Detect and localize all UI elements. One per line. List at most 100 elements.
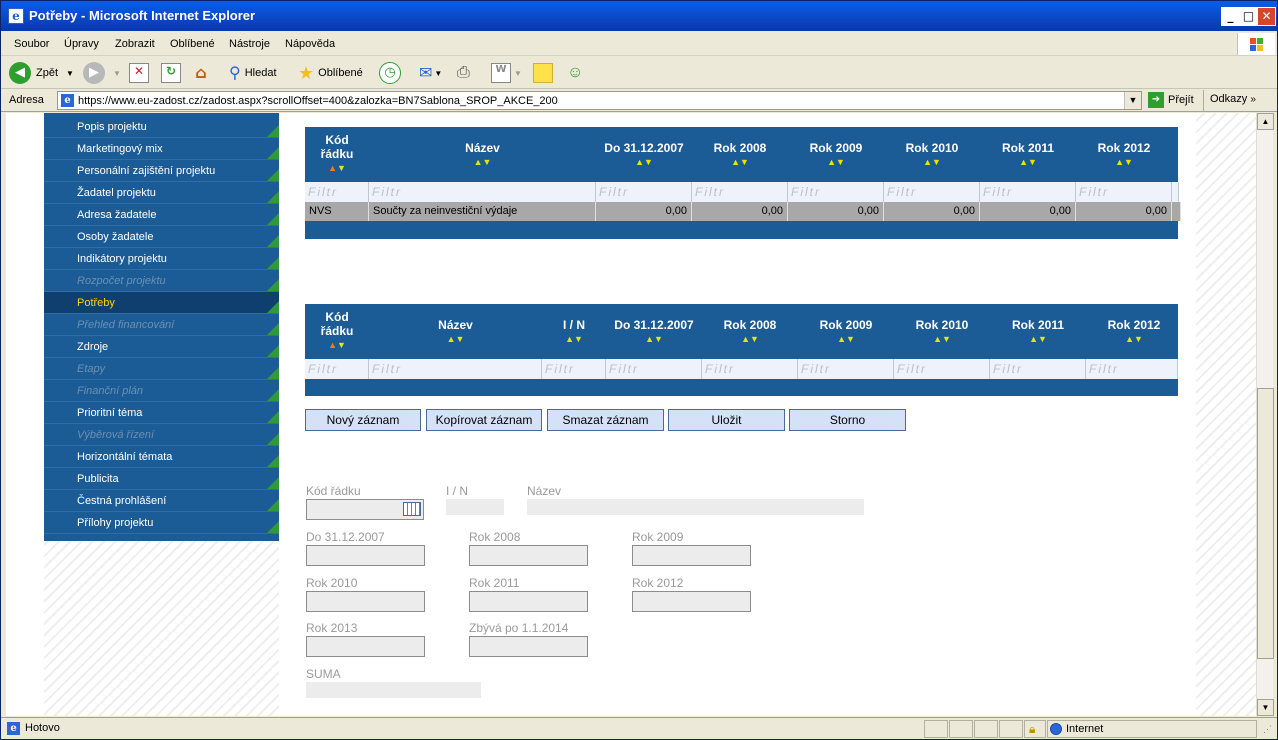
menu-zobrazit[interactable]: Zobrazit (115, 38, 155, 50)
in-field[interactable] (446, 499, 504, 515)
scroll-thumb[interactable] (1257, 388, 1274, 659)
close-button[interactable]: ✕ (1257, 7, 1276, 26)
menu-nastroje[interactable]: Nástroje (229, 38, 270, 50)
copy-record-button[interactable]: Kopírovat záznam (426, 409, 542, 431)
filter-rok2010[interactable]: Filtr (894, 359, 990, 379)
history-button[interactable]: ◷ (379, 61, 401, 85)
filter-kod[interactable]: Filtr (305, 182, 369, 202)
filter-in[interactable]: Filtr (542, 359, 606, 379)
minimize-button[interactable]: _ (1221, 7, 1240, 26)
col-header-rok2009[interactable]: Rok 2009 ▲▼ (788, 141, 884, 167)
address-dropdown-icon[interactable]: ▼ (1124, 92, 1141, 109)
resize-grip-icon[interactable]: ⋰ (1263, 724, 1272, 735)
filter-rok2010[interactable]: Filtr (884, 182, 980, 202)
rok2011-field[interactable] (469, 591, 588, 612)
filter-rok2009[interactable]: Filtr (788, 182, 884, 202)
delete-record-button[interactable]: Smazat záznam (547, 409, 664, 431)
filter-rok2012[interactable]: Filtr (1076, 182, 1172, 202)
menu-napoveda[interactable]: Nápověda (285, 38, 335, 50)
sidebar-item[interactable]: Osoby žadatele (44, 226, 279, 248)
stop-button[interactable]: ✕ (129, 61, 149, 85)
col-header-rok2009[interactable]: Rok 2009 ▲▼ (798, 318, 894, 344)
col-header-do2007[interactable]: Do 31.12.2007 ▲▼ (606, 318, 702, 344)
filter-nazev[interactable]: Filtr (369, 182, 596, 202)
col-header-rok2010[interactable]: Rok 2010 ▲▼ (884, 141, 980, 167)
links-button[interactable]: Odkazy » (1210, 93, 1256, 105)
sidebar-item[interactable]: Čestná prohlášení (44, 490, 279, 512)
filter-rok2012[interactable]: Filtr (1086, 359, 1178, 379)
filter-rok2008[interactable]: Filtr (692, 182, 788, 202)
edit-button[interactable]: W ▼ (491, 61, 522, 85)
col-header-rok2008[interactable]: Rok 2008 ▲▼ (702, 318, 798, 344)
filter-rok2008[interactable]: Filtr (702, 359, 798, 379)
save-button[interactable]: Uložit (668, 409, 785, 431)
sidebar-item[interactable]: Marketingový mix (44, 138, 279, 160)
dropdown-arrow-icon[interactable]: ▼ (434, 69, 442, 78)
sidebar-item[interactable]: Adresa žadatele (44, 204, 279, 226)
sidebar-item[interactable]: Žadatel projektu (44, 182, 279, 204)
filter-nazev[interactable]: Filtr (369, 359, 542, 379)
col-header-do2007[interactable]: Do 31.12.2007 ▲▼ (596, 141, 692, 167)
col-header-nazev[interactable]: Název ▲▼ (369, 318, 542, 344)
col-header-kod[interactable]: Kód řádku ▲▼ (305, 133, 369, 173)
new-record-button[interactable]: Nový záznam (305, 409, 421, 431)
dropdown-arrow-icon[interactable]: ▼ (66, 69, 74, 78)
col-header-rok2010[interactable]: Rok 2010 ▲▼ (894, 318, 990, 344)
lookup-grid-icon[interactable] (403, 502, 421, 516)
sidebar-item[interactable]: Personální zajištění projektu (44, 160, 279, 182)
sidebar-item[interactable]: Potřeby (44, 292, 279, 314)
col-header-nazev[interactable]: Název ▲▼ (369, 141, 596, 167)
rok2012-field[interactable] (632, 591, 751, 612)
rok2009-field[interactable] (632, 545, 751, 566)
sidebar-item[interactable]: Prioritní téma (44, 402, 279, 424)
messenger-button[interactable]: ☺ (567, 61, 583, 85)
sidebar-item[interactable]: Publicita (44, 468, 279, 490)
menu-soubor[interactable]: Soubor (14, 38, 49, 50)
print-button[interactable]: ⎙ (457, 61, 470, 85)
filter-do2007[interactable]: Filtr (596, 182, 692, 202)
vertical-scrollbar[interactable]: ▲ ▼ (1256, 113, 1274, 716)
sidebar-item[interactable]: Indikátory projektu (44, 248, 279, 270)
zbyva-field[interactable] (469, 636, 588, 657)
filter-extra[interactable] (1172, 182, 1179, 202)
sidebar-item[interactable]: Přílohy projektu (44, 512, 279, 534)
col-header-in[interactable]: I / N ▲▼ (542, 318, 606, 344)
sidebar-item[interactable]: Horizontální témata (44, 446, 279, 468)
cancel-button[interactable]: Storno (789, 409, 906, 431)
filter-do2007[interactable]: Filtr (606, 359, 702, 379)
col-header-rok2008[interactable]: Rok 2008 ▲▼ (692, 141, 788, 167)
col-header-rok2012[interactable]: Rok 2012 ▲▼ (1086, 318, 1182, 344)
do2007-field[interactable] (306, 545, 425, 566)
menu-upravy[interactable]: Úpravy (64, 38, 99, 50)
dropdown-arrow-icon[interactable]: ▼ (113, 69, 121, 78)
back-button[interactable]: ◀ Zpět ▼ (9, 61, 74, 85)
refresh-button[interactable]: ↻ (161, 61, 181, 85)
discuss-button[interactable] (533, 61, 553, 85)
favorites-button[interactable]: ★ Oblíbené (298, 61, 363, 85)
nazev-field[interactable] (527, 499, 864, 515)
filter-rok2009[interactable]: Filtr (798, 359, 894, 379)
filter-kod[interactable]: Filtr (305, 359, 369, 379)
home-button[interactable]: ⌂ (191, 61, 211, 85)
sidebar-item[interactable]: Popis projektu (44, 116, 279, 138)
sidebar-item[interactable]: Zdroje (44, 336, 279, 358)
filter-rok2011[interactable]: Filtr (980, 182, 1076, 202)
col-header-rok2011[interactable]: Rok 2011 ▲▼ (980, 141, 1076, 167)
filter-rok2011[interactable]: Filtr (990, 359, 1086, 379)
rok2013-field[interactable] (306, 636, 425, 657)
suma-field[interactable] (306, 682, 481, 698)
col-header-rok2012[interactable]: Rok 2012 ▲▼ (1076, 141, 1172, 167)
scroll-up-icon[interactable]: ▲ (1257, 113, 1274, 130)
address-input[interactable]: e https://www.eu-zadost.cz/zadost.aspx?s… (57, 91, 1142, 110)
rok2010-field[interactable] (306, 591, 425, 612)
col-header-rok2011[interactable]: Rok 2011 ▲▼ (990, 318, 1086, 344)
mail-button[interactable]: ✉ ▼ (419, 61, 442, 85)
menu-oblibene[interactable]: Oblíbené (170, 38, 215, 50)
dropdown-arrow-icon[interactable]: ▼ (514, 69, 522, 78)
rok2008-field[interactable] (469, 545, 588, 566)
forward-button[interactable]: ▶ ▼ (83, 61, 121, 85)
go-button[interactable]: ➜ Přejít (1148, 92, 1194, 108)
scroll-down-icon[interactable]: ▼ (1257, 699, 1274, 716)
kod-field[interactable] (306, 499, 424, 520)
col-header-kod[interactable]: Kód řádku ▲▼ (305, 310, 369, 350)
